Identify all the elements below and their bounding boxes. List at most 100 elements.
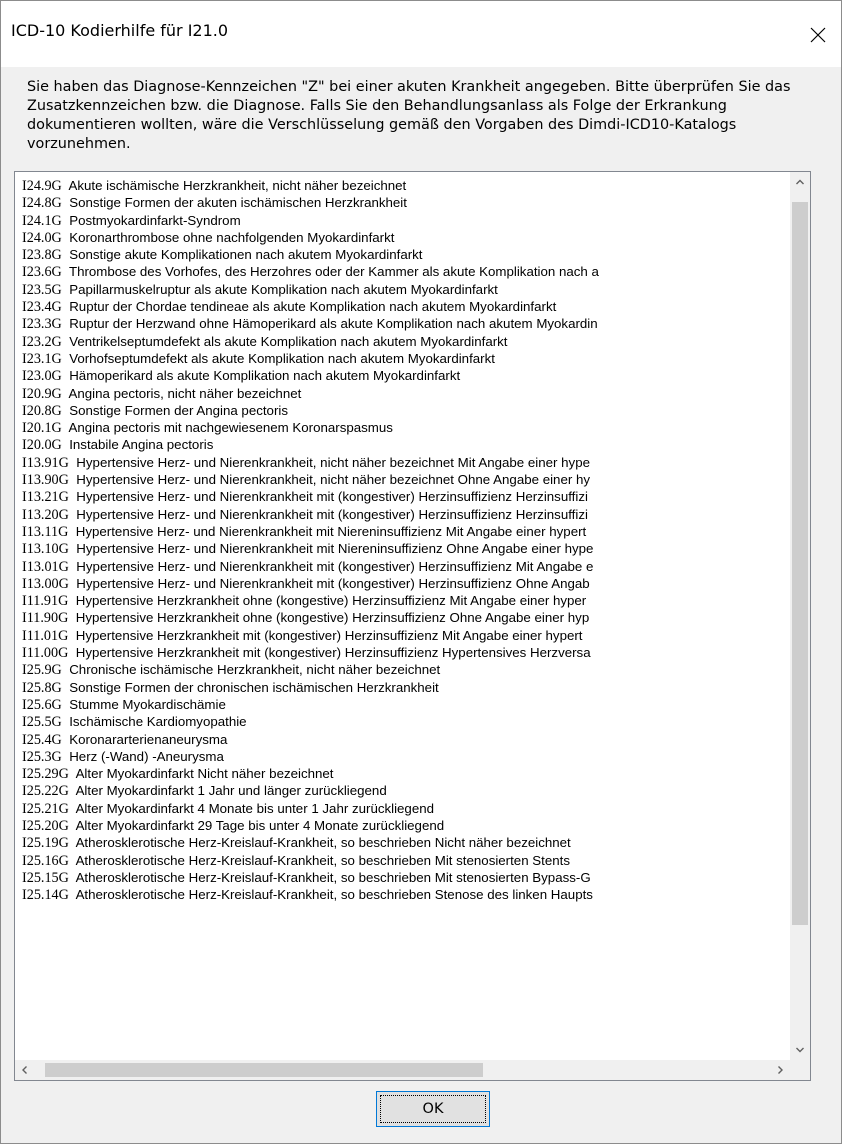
list-item[interactable]: I25.29G Alter Myokardinfarkt Nicht näher… <box>15 765 790 782</box>
diagnosis-code: I23.4G <box>22 299 62 316</box>
list-item[interactable]: I23.5G Papillarmuskelruptur als akute Ko… <box>15 281 790 298</box>
list-item[interactable]: I13.21G Hypertensive Herz- und Nierenkra… <box>15 488 790 505</box>
list-item[interactable]: I11.91G Hypertensive Herzkrankheit ohne … <box>15 592 790 609</box>
diagnosis-code: I20.8G <box>22 402 62 419</box>
list-item[interactable]: I25.21G Alter Myokardinfarkt 4 Monate bi… <box>15 800 790 817</box>
diagnosis-code: I20.1G <box>22 420 62 437</box>
scroll-up-button[interactable] <box>790 172 810 192</box>
diagnosis-code: I24.8G <box>22 195 62 212</box>
list-item[interactable]: I13.90G Hypertensive Herz- und Nierenkra… <box>15 471 790 488</box>
diagnosis-text: Ventrikelseptumdefekt als akute Komplika… <box>69 333 508 349</box>
diagnosis-code: I23.6G <box>22 264 62 281</box>
scroll-right-button[interactable] <box>770 1060 790 1080</box>
list-item[interactable]: I25.8G Sonstige Formen der chronischen i… <box>15 679 790 696</box>
list-viewport: I24.9G Akute ischämische Herzkrankheit, … <box>15 172 790 1060</box>
diagnosis-code: I11.01G <box>22 627 69 644</box>
diagnosis-code: I24.1G <box>22 212 62 229</box>
list-item[interactable]: I13.10G Hypertensive Herz- und Nierenkra… <box>15 540 790 557</box>
diagnosis-code: I13.20G <box>22 506 69 523</box>
diagnosis-code: I25.14G <box>22 887 69 904</box>
list-item[interactable]: I11.00G Hypertensive Herzkrankheit mit (… <box>15 644 790 661</box>
diagnosis-code: I25.19G <box>22 835 69 852</box>
list-item[interactable]: I24.8G Sonstige Formen der akuten ischäm… <box>15 194 790 211</box>
diagnosis-text: Atherosklerotische Herz-Kreislauf-Krankh… <box>75 852 570 868</box>
list-item[interactable]: I20.9G Angina pectoris, nicht näher beze… <box>15 385 790 402</box>
list-item[interactable]: I23.2G Ventrikelseptumdefekt als akute K… <box>15 333 790 350</box>
chevron-up-icon <box>796 179 804 185</box>
list-item[interactable]: I23.4G Ruptur der Chordae tendineae als … <box>15 298 790 315</box>
list-item[interactable]: I23.3G Ruptur der Herzwand ohne Hämoperi… <box>15 315 790 332</box>
close-icon <box>810 27 826 43</box>
list-item[interactable]: I24.0G Koronarthrombose ohne nachfolgend… <box>15 229 790 246</box>
diagnosis-text: Alter Myokardinfarkt 29 Tage bis unter 4… <box>75 817 445 833</box>
vertical-scroll-thumb[interactable] <box>792 202 808 925</box>
list-item[interactable]: I20.8G Sonstige Formen der Angina pector… <box>15 402 790 419</box>
list-item[interactable]: I23.1G Vorhofseptumdefekt als akute Komp… <box>15 350 790 367</box>
list-item[interactable]: I20.0G Instabile Angina pectoris <box>15 436 790 453</box>
list-item[interactable]: I23.0G Hämoperikard als akute Komplikati… <box>15 367 790 384</box>
list-item[interactable]: I13.20G Hypertensive Herz- und Nierenkra… <box>15 506 790 523</box>
diagnosis-text: Alter Myokardinfarkt 4 Monate bis unter … <box>75 800 435 816</box>
list-item[interactable]: I25.5G Ischämische Kardiomyopathie <box>15 713 790 730</box>
scroll-left-button[interactable] <box>15 1060 35 1080</box>
list-item[interactable]: I25.14G Atherosklerotische Herz-Kreislau… <box>15 886 790 903</box>
list-item[interactable]: I25.16G Atherosklerotische Herz-Kreislau… <box>15 852 790 869</box>
list-item[interactable]: I13.01G Hypertensive Herz- und Nierenkra… <box>15 558 790 575</box>
list-item[interactable]: I23.8G Sonstige akute Komplikationen nac… <box>15 246 790 263</box>
vertical-scrollbar[interactable] <box>790 172 810 1060</box>
list-item[interactable]: I13.11G Hypertensive Herz- und Nierenkra… <box>15 523 790 540</box>
diagnosis-listbox[interactable]: I24.9G Akute ischämische Herzkrankheit, … <box>14 171 811 1081</box>
horizontal-scroll-thumb[interactable] <box>45 1063 483 1077</box>
diagnosis-code: I11.91G <box>22 593 69 610</box>
diagnosis-code: I24.0G <box>22 229 62 246</box>
list-item[interactable]: I25.9G Chronische ischämische Herzkrankh… <box>15 661 790 678</box>
list-item[interactable]: I25.15G Atherosklerotische Herz-Kreislau… <box>15 869 790 886</box>
diagnosis-text: Herz (-Wand) -Aneurysma <box>69 748 224 764</box>
diagnosis-code: I25.16G <box>22 852 69 869</box>
list-item[interactable]: I23.6G Thrombose des Vorhofes, des Herzo… <box>15 263 790 280</box>
diagnosis-text: Akute ischämische Herzkrankheit, nicht n… <box>68 178 407 193</box>
list-item[interactable]: I11.01G Hypertensive Herzkrankheit mit (… <box>15 627 790 644</box>
diagnosis-text: Koronararterienaneurysma <box>69 731 228 747</box>
list-item[interactable]: I25.3G Herz (-Wand) -Aneurysma <box>15 748 790 765</box>
list-item[interactable]: I24.1G Postmyokardinfarkt-Syndrom <box>15 212 790 229</box>
horizontal-scrollbar[interactable] <box>15 1060 790 1080</box>
chevron-left-icon <box>22 1066 27 1074</box>
list-item[interactable]: I25.6G Stumme Myokardischämie <box>15 696 790 713</box>
list-item[interactable]: I13.00G Hypertensive Herz- und Nierenkra… <box>15 575 790 592</box>
diagnosis-code: I13.10G <box>22 541 69 558</box>
list-item[interactable]: I11.90G Hypertensive Herzkrankheit ohne … <box>15 609 790 626</box>
list-item[interactable]: I25.4G Koronararterienaneurysma <box>15 731 790 748</box>
diagnosis-code: I25.15G <box>22 869 69 886</box>
list-item[interactable]: I20.1G Angina pectoris mit nachgewiesene… <box>15 419 790 436</box>
list-item[interactable]: I25.19G Atherosklerotische Herz-Kreislau… <box>15 834 790 851</box>
diagnosis-text: Stumme Myokardischämie <box>69 696 226 712</box>
list-item[interactable]: I25.20G Alter Myokardinfarkt 29 Tage bis… <box>15 817 790 834</box>
diagnosis-code: I24.9G <box>22 178 62 194</box>
scroll-down-button[interactable] <box>790 1040 810 1060</box>
diagnosis-code: I13.11G <box>22 523 69 540</box>
diagnosis-text: Angina pectoris, nicht näher bezeichnet <box>68 385 302 401</box>
ok-button[interactable]: OK <box>376 1091 490 1127</box>
diagnosis-text: Atherosklerotische Herz-Kreislauf-Krankh… <box>75 869 591 885</box>
diagnosis-code: I25.9G <box>22 662 62 679</box>
diagnosis-text: Instabile Angina pectoris <box>69 437 214 453</box>
diagnosis-text: Papillarmuskelruptur als akute Komplikat… <box>69 281 498 297</box>
list-items: I24.9G Akute ischämische Herzkrankheit, … <box>15 172 790 903</box>
info-message: Sie haben das Diagnose-Kennzeichen "Z" b… <box>27 79 791 152</box>
diagnosis-text: Sonstige Formen der chronischen ischämis… <box>69 679 439 695</box>
diagnosis-code: I13.21G <box>22 489 69 506</box>
list-item[interactable]: I25.22G Alter Myokardinfarkt 1 Jahr und … <box>15 782 790 799</box>
diagnosis-code: I11.00G <box>22 645 69 662</box>
chevron-down-icon <box>796 1047 804 1053</box>
diagnosis-text: Hypertensive Herzkrankheit mit (kongesti… <box>75 627 583 643</box>
list-item[interactable]: I13.91G Hypertensive Herz- und Nierenkra… <box>15 454 790 471</box>
list-item[interactable]: I24.9G Akute ischämische Herzkrankheit, … <box>15 177 790 194</box>
diagnosis-code: I25.29G <box>22 766 69 783</box>
diagnosis-text: Hypertensive Herz- und Nierenkrankheit m… <box>76 541 594 557</box>
close-button[interactable] <box>795 15 841 55</box>
diagnosis-code: I25.5G <box>22 714 62 731</box>
diagnosis-text: Ruptur der Chordae tendineae als akute K… <box>69 299 557 315</box>
diagnosis-text: Hypertensive Herz- und Nierenkrankheit m… <box>76 575 590 591</box>
diagnosis-code: I23.5G <box>22 281 62 298</box>
